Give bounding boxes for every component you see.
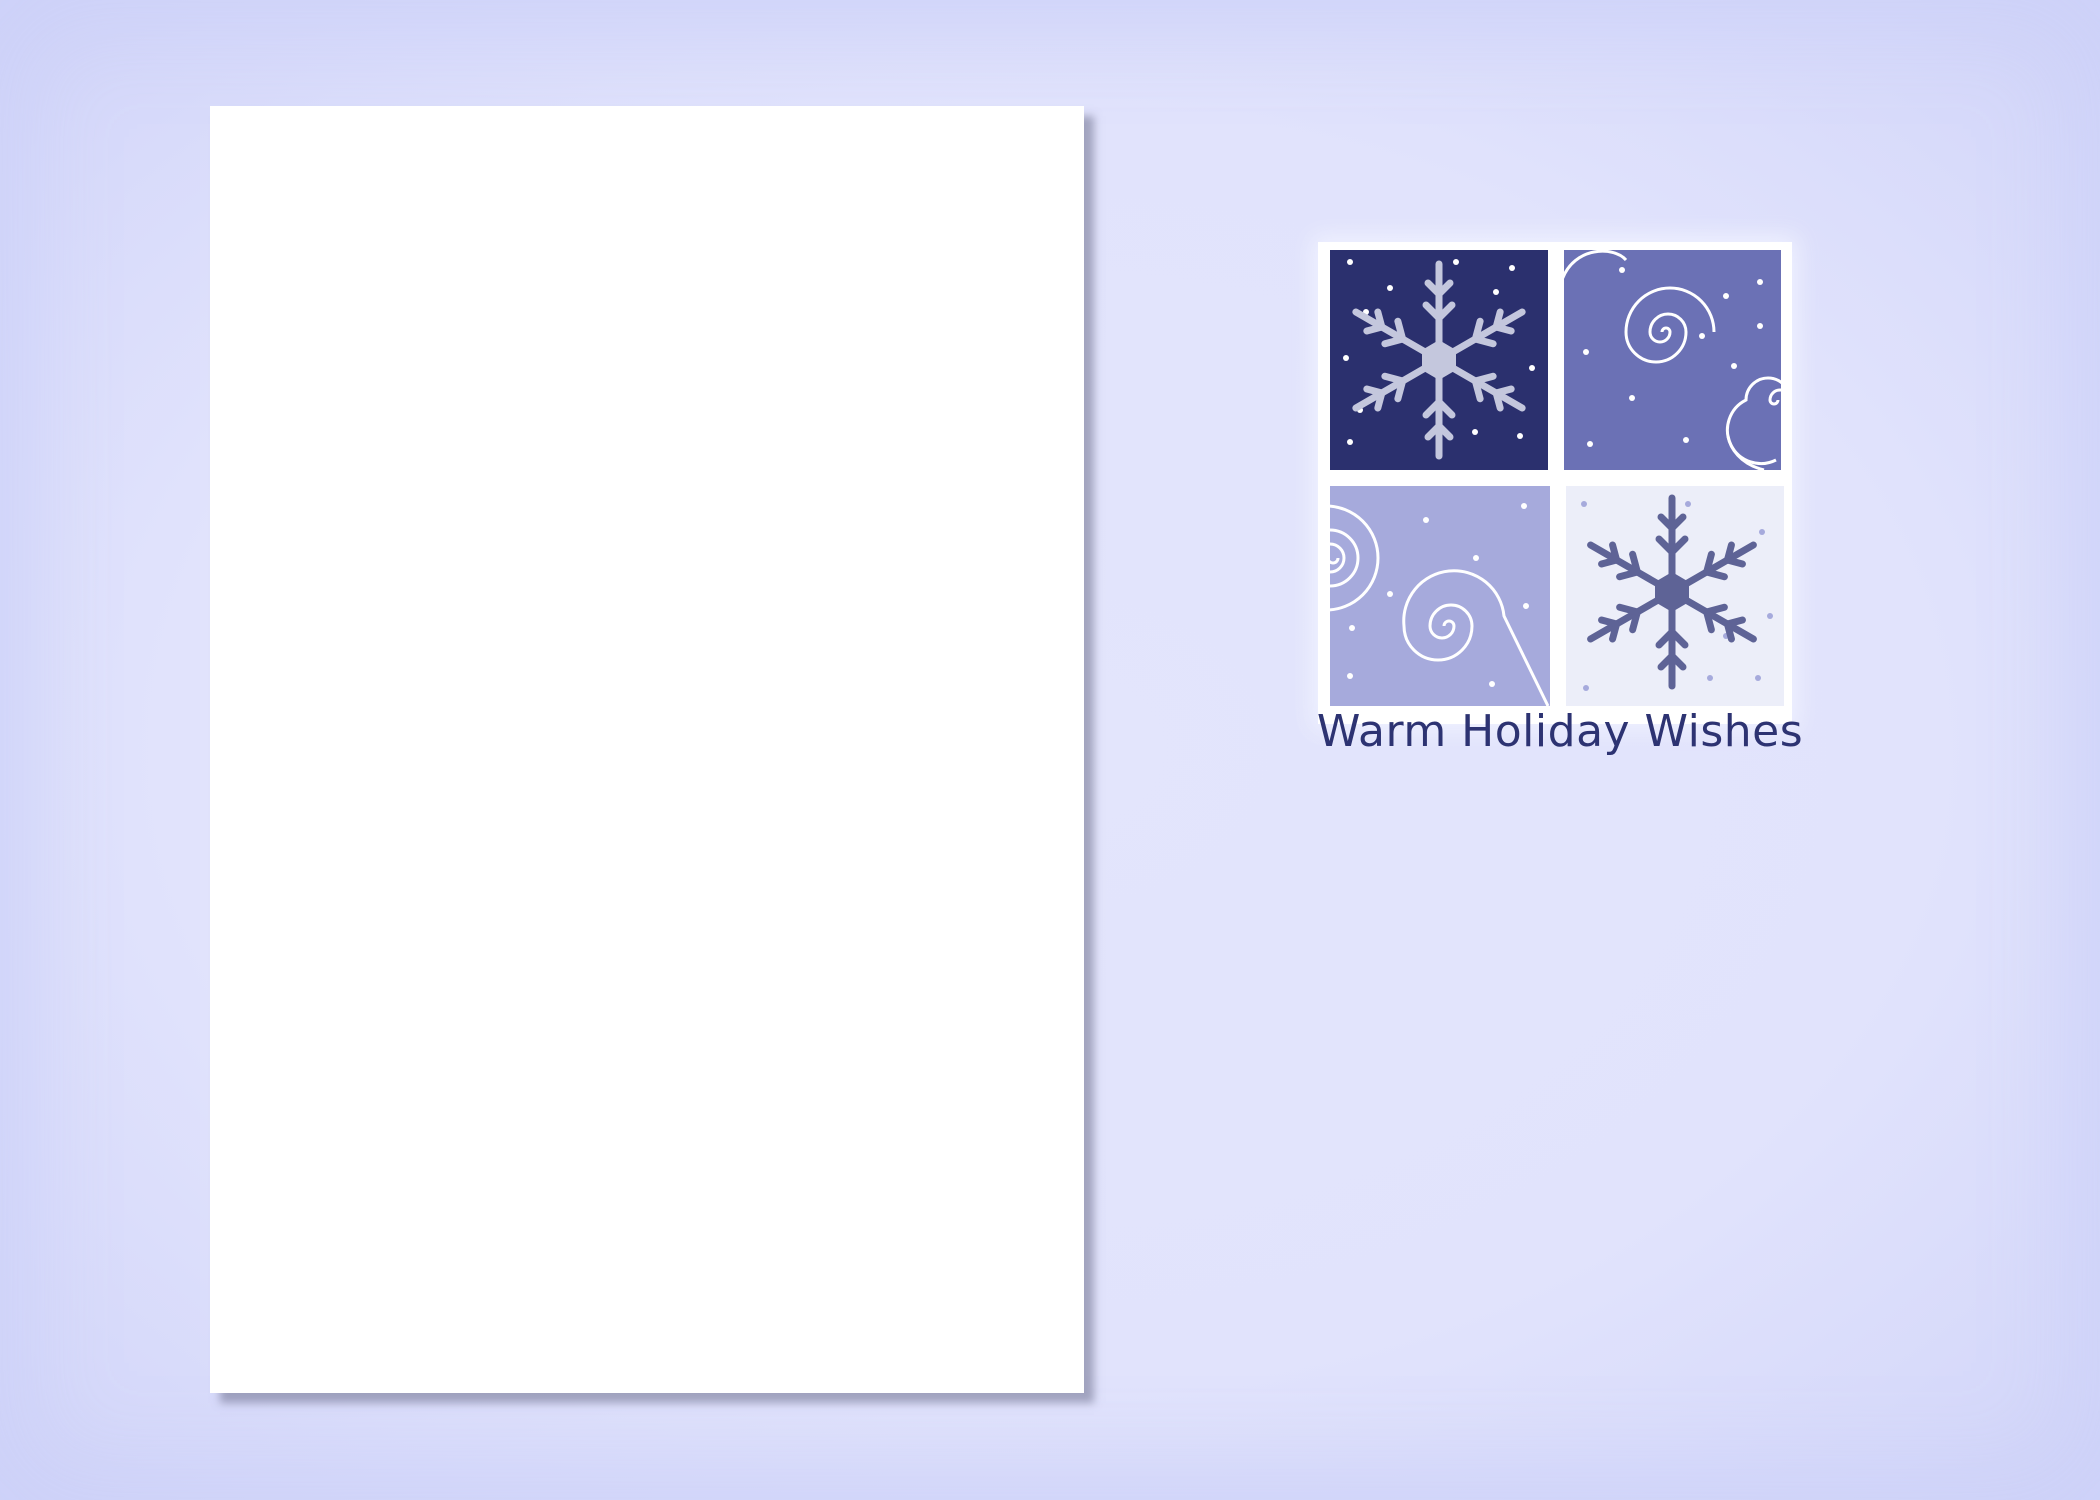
snowflake-icon (1566, 486, 1784, 706)
navy-snowflake-tile (1330, 250, 1548, 470)
snowflake-icon (1330, 250, 1548, 470)
card-artwork (1318, 242, 1792, 724)
swirl-icon (1564, 250, 1781, 470)
lavender-swirl-tile (1330, 486, 1550, 706)
greeting-text: Warm Holiday Wishes (1316, 706, 1804, 757)
pale-snowflake-tile (1566, 486, 1784, 706)
periwinkle-swirl-tile (1564, 250, 1781, 470)
swirl-icon (1330, 486, 1550, 706)
blank-inside-page (210, 106, 1084, 1393)
